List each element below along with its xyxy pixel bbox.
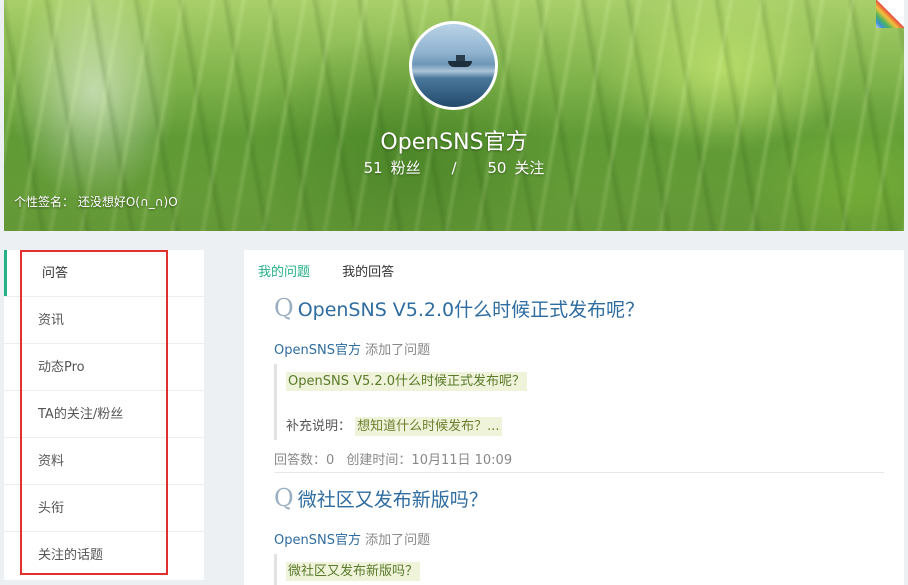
sidebar-item-label: 头衔 <box>38 501 65 516</box>
question-q-icon: Q <box>274 294 294 322</box>
question-tabs: 我的问题 我的回答 <box>258 261 422 280</box>
question-meta: OpenSNS官方 添加了问题 <box>274 339 884 358</box>
question-title-link[interactable]: Q 微社区又发布新版吗？ <box>274 484 884 512</box>
sidebar-item-profile-info[interactable]: 资料 <box>4 438 204 485</box>
profile-signature: 个性签名： 还没想好O(∩_∩)O <box>14 195 178 209</box>
question-quote-text: 微社区又发布新版吗？ <box>286 562 421 581</box>
question-q-icon: Q <box>274 484 294 512</box>
stats-separator: / <box>451 159 457 177</box>
question-divider <box>274 472 884 473</box>
main-content: 我的问题 我的回答 Q OpenSNS V5.2.0什么时候正式发布呢？ Open… <box>244 250 904 585</box>
fans-label: 粉丝 <box>390 159 421 177</box>
question-item: Q OpenSNS V5.2.0什么时候正式发布呢？ <box>274 294 884 322</box>
corner-fold-icon[interactable] <box>876 0 904 28</box>
question-item: Q 微社区又发布新版吗？ <box>274 484 884 512</box>
sidebar-item-news[interactable]: 资讯 <box>4 297 204 344</box>
fans-stat[interactable]: 51 粉丝 <box>364 157 421 178</box>
profile-stats: 51 粉丝 / 50 关注 <box>0 157 908 178</box>
avatar[interactable] <box>409 21 498 110</box>
question-note-label: 补充说明： <box>286 419 352 434</box>
sidebar-item-label: 问答 <box>42 266 69 281</box>
sidebar-item-label: 资料 <box>38 454 65 469</box>
avatar-boat <box>448 55 472 67</box>
sidebar-item-following-fans[interactable]: TA的关注/粉丝 <box>4 391 204 438</box>
tab-my-questions[interactable]: 我的问题 <box>258 261 310 280</box>
question-quote: OpenSNS V5.2.0什么时候正式发布呢？ 补充说明： 想知道什么时候发布… <box>274 364 884 440</box>
question-quote: 微社区又发布新版吗？ <box>274 554 884 585</box>
sidebar-item-label: 资讯 <box>38 313 65 328</box>
fans-count: 51 <box>363 159 383 177</box>
question-action: 添加了问题 <box>365 533 431 548</box>
question-title: OpenSNS V5.2.0什么时候正式发布呢？ <box>297 299 645 321</box>
sidebar-item-label: TA的关注/粉丝 <box>38 407 124 422</box>
profile-nickname[interactable]: OpenSNS官方 <box>0 124 908 156</box>
follow-count: 50 <box>487 159 507 177</box>
question-meta: OpenSNS官方 添加了问题 <box>274 529 884 548</box>
question-footer: 回答数：0 创建时间：10月11日 10:09 <box>274 449 884 468</box>
question-action: 添加了问题 <box>365 343 431 358</box>
question-title-link[interactable]: Q OpenSNS V5.2.0什么时候正式发布呢？ <box>274 294 884 322</box>
sidebar-item-label: 动态Pro <box>38 360 85 375</box>
question-created-time: 创建时间：10月11日 10:09 <box>346 453 513 468</box>
profile-sidebar: 问答 资讯 动态Pro TA的关注/粉丝 资料 头衔 关注的话题 <box>4 250 204 580</box>
question-author[interactable]: OpenSNS官方 <box>274 343 361 358</box>
sidebar-item-qa[interactable]: 问答 <box>4 250 204 297</box>
tab-my-answers[interactable]: 我的回答 <box>342 261 394 280</box>
question-answer-count: 回答数：0 <box>274 453 335 468</box>
follow-label: 关注 <box>514 159 545 177</box>
question-author[interactable]: OpenSNS官方 <box>274 533 361 548</box>
sidebar-item-followed-topics[interactable]: 关注的话题 <box>4 532 204 579</box>
question-quote-text: OpenSNS V5.2.0什么时候正式发布呢？ <box>286 372 528 391</box>
sidebar-item-label: 关注的话题 <box>38 548 104 563</box>
sidebar-item-feed-pro[interactable]: 动态Pro <box>4 344 204 391</box>
question-note-text[interactable]: 想知道什么时候发布？... <box>355 417 502 436</box>
follow-stat[interactable]: 50 关注 <box>487 157 544 178</box>
question-title: 微社区又发布新版吗？ <box>297 489 488 511</box>
sidebar-item-titles[interactable]: 头衔 <box>4 485 204 532</box>
